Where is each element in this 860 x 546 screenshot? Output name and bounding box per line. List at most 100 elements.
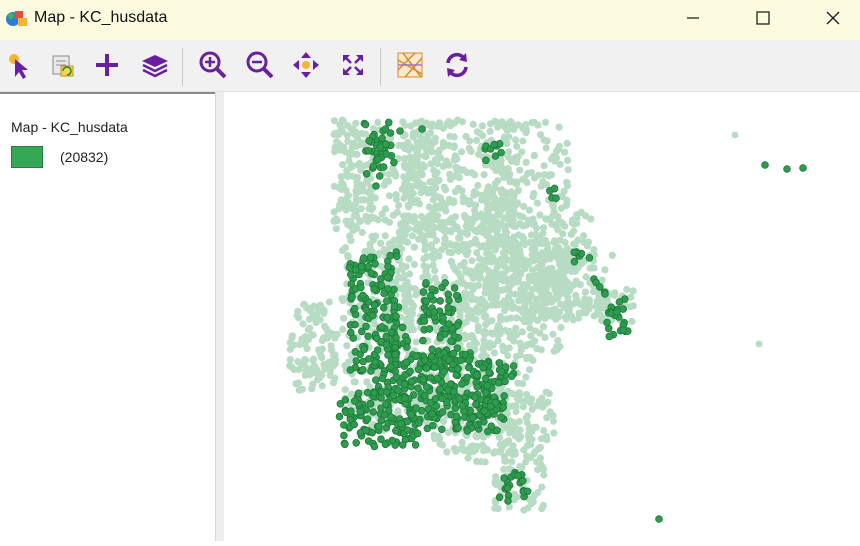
house-point: [520, 202, 528, 210]
basemap-button[interactable]: [393, 48, 427, 82]
house-point: [310, 355, 318, 363]
house-point: [389, 165, 397, 173]
house-point: [501, 302, 509, 310]
house-point: [500, 474, 508, 482]
house-point: [430, 363, 439, 372]
house-point: [344, 171, 352, 179]
house-point: [472, 201, 480, 209]
house-point: [534, 302, 542, 310]
house-point: [422, 279, 430, 287]
house-point: [469, 413, 477, 422]
legend-layer-title[interactable]: Map - KC_husdata: [11, 119, 128, 135]
house-point: [595, 283, 604, 291]
house-point: [613, 308, 621, 316]
house-point: [453, 365, 462, 373]
house-point: [590, 246, 598, 254]
house-point: [436, 334, 444, 342]
house-point: [570, 257, 579, 266]
house-point: [529, 309, 537, 317]
house-point: [425, 325, 434, 333]
zoom-in-button[interactable]: [196, 48, 230, 82]
house-point: [454, 269, 462, 277]
house-point: [755, 340, 763, 348]
house-point: [367, 367, 375, 375]
house-point: [399, 441, 407, 449]
house-point: [528, 292, 536, 300]
house-point: [503, 484, 512, 493]
house-point: [372, 376, 380, 384]
house-point: [626, 303, 634, 311]
house-point: [421, 246, 429, 254]
map-canvas[interactable]: [224, 92, 860, 541]
house-point: [486, 339, 494, 347]
house-point: [460, 211, 469, 220]
add-layer-button[interactable]: [90, 48, 124, 82]
house-point: [541, 118, 550, 126]
house-point: [580, 238, 588, 246]
full-extent-button[interactable]: [336, 48, 370, 82]
house-point: [601, 266, 609, 274]
house-point: [452, 447, 460, 455]
close-button[interactable]: [798, 0, 860, 36]
select-tool-button[interactable]: [2, 48, 36, 82]
minimize-button[interactable]: [658, 0, 728, 36]
close-icon: [826, 11, 840, 25]
house-point: [441, 235, 449, 243]
house-point: [406, 367, 414, 376]
house-point: [563, 178, 571, 186]
house-point: [504, 265, 512, 273]
house-point: [350, 378, 358, 386]
house-point: [458, 380, 466, 388]
legend-color-swatch[interactable]: [11, 146, 43, 168]
house-point: [535, 277, 543, 285]
house-point: [546, 249, 554, 257]
house-point: [387, 413, 395, 421]
maximize-button[interactable]: [728, 0, 798, 36]
house-point: [391, 350, 400, 359]
map-toolbar: [0, 40, 860, 92]
panel-splitter[interactable]: [215, 92, 224, 541]
house-point: [460, 258, 468, 267]
house-point: [342, 196, 350, 204]
house-point: [337, 185, 345, 193]
house-point: [509, 418, 517, 426]
attributes-tool-button[interactable]: [46, 48, 80, 82]
house-point: [439, 314, 447, 322]
zoom-out-button[interactable]: [243, 48, 277, 82]
house-point: [523, 258, 531, 266]
house-point: [540, 401, 548, 409]
house-point: [409, 302, 418, 310]
house-point: [333, 138, 341, 146]
house-point: [473, 136, 481, 144]
house-point: [347, 407, 355, 416]
house-point: [517, 433, 525, 441]
house-point: [361, 247, 369, 256]
house-point: [455, 234, 463, 242]
house-point: [407, 410, 416, 419]
refresh-button[interactable]: [440, 48, 474, 82]
house-point: [390, 302, 399, 311]
house-point: [402, 358, 411, 367]
house-point: [350, 397, 359, 405]
house-point: [480, 313, 488, 321]
house-point: [545, 390, 553, 398]
house-point: [469, 285, 477, 293]
house-point: [462, 268, 470, 276]
map-view[interactable]: [224, 92, 860, 541]
house-point: [486, 284, 494, 292]
house-point: [509, 362, 518, 370]
house-point: [345, 263, 354, 272]
house-point: [549, 201, 557, 209]
house-point: [480, 171, 488, 179]
layers-button[interactable]: [138, 48, 172, 82]
house-point: [401, 144, 409, 152]
house-point: [382, 140, 390, 148]
house-point: [499, 403, 508, 412]
house-point: [467, 147, 475, 155]
house-point: [534, 466, 542, 474]
house-point: [316, 301, 324, 309]
house-point: [562, 315, 570, 323]
pan-button[interactable]: [289, 48, 323, 82]
house-point: [455, 395, 464, 403]
house-point: [375, 422, 383, 431]
